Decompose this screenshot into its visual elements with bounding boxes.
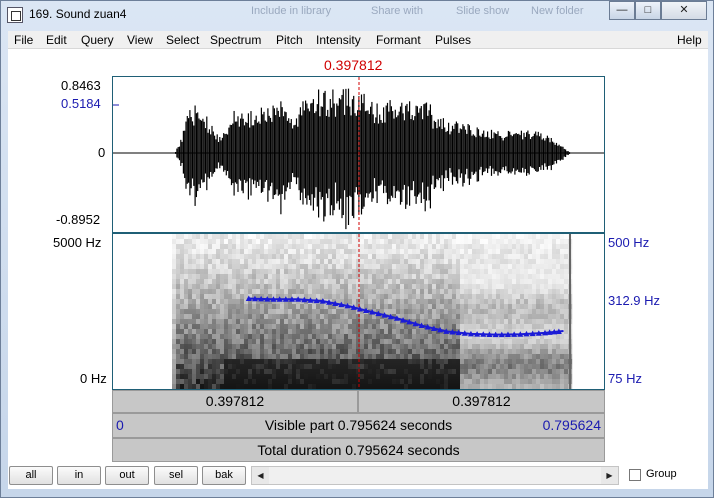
time-scrollbar[interactable]: ◀ ▶ [251, 466, 619, 485]
menu-spectrum[interactable]: Spectrum [210, 33, 261, 47]
zoom-in-button[interactable]: in [57, 466, 101, 485]
total-duration-text: Total duration 0.795624 seconds [257, 442, 460, 458]
background-toolbar-item: New folder [531, 5, 584, 17]
menu-edit[interactable]: Edit [46, 33, 67, 47]
window-icon [7, 7, 23, 23]
visible-end-time: 0.795624 [542, 417, 601, 433]
background-toolbar-item: Include in library [251, 5, 332, 17]
zoom-selection-button[interactable]: sel [154, 466, 198, 485]
waveform-panel[interactable] [112, 76, 605, 233]
group-label: Group [646, 468, 677, 480]
menu-query[interactable]: Query [81, 33, 114, 47]
waveform-zero-label: 0 [98, 145, 106, 160]
praat-sound-window: 169. Sound zuan4 Include in library Shar… [0, 0, 714, 498]
zoom-back-button[interactable]: bak [202, 466, 246, 485]
menu-formant[interactable]: Formant [376, 33, 421, 47]
waveform-signal [174, 88, 572, 230]
waveform-marker-label: 0.5184 [61, 96, 101, 111]
visible-part-text: Visible part 0.795624 seconds [264, 417, 453, 433]
left-segment-bar[interactable]: 0.397812 [112, 390, 358, 413]
menu-help[interactable]: Help [677, 33, 702, 47]
menu-pulses[interactable]: Pulses [435, 33, 471, 47]
menu-file[interactable]: File [14, 33, 33, 47]
menu-bar: File Edit Query View Select Spectrum Pit… [8, 31, 708, 49]
group-checkbox[interactable] [629, 469, 641, 481]
menu-intensity[interactable]: Intensity [316, 33, 361, 47]
zoom-out-button[interactable]: out [105, 466, 149, 485]
window-title: 169. Sound zuan4 [29, 7, 127, 21]
scroll-right-icon[interactable]: ▶ [601, 467, 618, 484]
spectrogram-plot [113, 234, 604, 389]
close-button[interactable]: ✕ [661, 1, 707, 20]
visible-part-bar[interactable]: 0 Visible part 0.795624 seconds 0.795624 [112, 413, 605, 438]
menu-select[interactable]: Select [166, 33, 199, 47]
right-segment-bar[interactable]: 0.397812 [358, 390, 605, 413]
minimize-button[interactable]: — [609, 1, 635, 20]
pitch-min-label: 75 Hz [608, 371, 642, 386]
right-segment-duration: 0.397812 [452, 393, 511, 409]
left-segment-duration: 0.397812 [205, 393, 265, 409]
background-toolbar-item: Share with [371, 5, 423, 17]
cursor-time-label: 0.397812 [324, 57, 383, 73]
spectrogram-panel[interactable] [112, 233, 605, 390]
waveform-min-label: -0.8952 [56, 212, 101, 227]
waveform-max-label: 0.8463 [61, 78, 101, 93]
pitch-mid-label: 312.9 Hz [608, 293, 661, 308]
title-bar: 169. Sound zuan4 Include in library Shar… [1, 1, 713, 29]
zoom-all-button[interactable]: all [9, 466, 53, 485]
frequency-max-label: 5000 Hz [53, 235, 102, 250]
total-duration-bar[interactable]: Total duration 0.795624 seconds [112, 438, 605, 462]
menu-pitch[interactable]: Pitch [276, 33, 303, 47]
scroll-left-icon[interactable]: ◀ [252, 467, 269, 484]
frequency-min-label: 0 Hz [80, 371, 107, 386]
menu-view[interactable]: View [127, 33, 153, 47]
waveform-plot [113, 77, 604, 232]
maximize-button[interactable]: □ [635, 1, 661, 20]
background-toolbar-item: Slide show [456, 5, 510, 17]
pitch-max-label: 500 Hz [608, 235, 650, 250]
visible-start-time: 0 [116, 417, 124, 433]
